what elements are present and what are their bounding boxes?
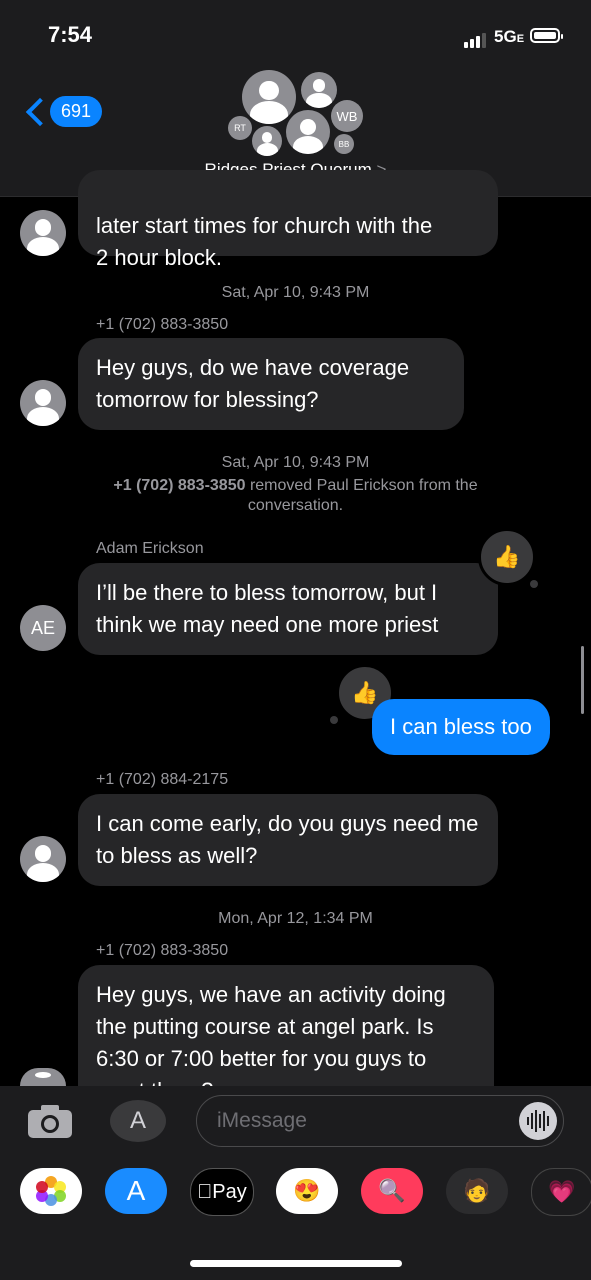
avatar: [20, 210, 66, 256]
avatar: WB: [331, 100, 363, 132]
thumbs-up-icon[interactable]: 👍: [478, 528, 536, 586]
audio-message-icon[interactable]: [519, 1102, 557, 1140]
message-bubble-sent[interactable]: I can bless too: [372, 699, 550, 755]
memoji-stickers-icon[interactable]: 😍: [276, 1168, 338, 1214]
app-store-icon[interactable]: A: [110, 1100, 166, 1142]
avatar: RT: [228, 116, 252, 140]
avatar: [20, 1068, 66, 1086]
system-notice: +1 (702) 883-3850 removed Paul Erickson …: [113, 477, 478, 514]
status-time: 7:54: [48, 22, 93, 47]
tapback-tail: [330, 716, 338, 724]
message-bubble[interactable]: Hey guys, we have an activity doing the …: [78, 965, 494, 1086]
compose-bar: A iMessage: [0, 1086, 591, 1156]
battery-icon: [530, 28, 563, 43]
message-bubble[interactable]: I’ll be there to bless tomorrow, but I t…: [78, 563, 498, 655]
timestamp: Sat, Apr 10, 9:43 PM: [221, 454, 370, 471]
image-search-icon[interactable]: 🔍: [361, 1168, 423, 1214]
photos-app-icon[interactable]: [20, 1168, 82, 1214]
timestamp: Mon, Apr 12, 1:34 PM: [218, 910, 373, 927]
avatar: [301, 72, 337, 108]
avatar: BB: [334, 134, 354, 154]
avatar: [20, 836, 66, 882]
tapback-tail: [530, 580, 538, 588]
home-indicator[interactable]: [190, 1260, 402, 1267]
avatar: [242, 70, 296, 124]
sender-name: +1 (702) 884-2175: [96, 771, 229, 788]
message-bubble[interactable]: I can come early, do you guys need me to…: [78, 794, 498, 886]
avatar: [286, 110, 330, 154]
unread-count-badge[interactable]: 691: [50, 96, 103, 127]
message-input[interactable]: iMessage: [196, 1095, 564, 1147]
timestamp: Sat, Apr 10, 9:43 PM: [221, 284, 370, 301]
sender-name: +1 (702) 883-3850: [96, 316, 229, 333]
sender-name: Adam Erickson: [96, 540, 204, 557]
message-bubble[interactable]: Hey guys, do we have coverage tomorrow f…: [78, 338, 464, 430]
signal-icon: [464, 30, 488, 48]
apple-pay-icon[interactable]: Pay: [190, 1168, 254, 1216]
sender-name: +1 (702) 883-3850: [96, 942, 229, 959]
app-store-icon[interactable]: A: [105, 1168, 167, 1214]
network-indicator: 5GE: [494, 27, 525, 46]
avatar: [252, 126, 282, 156]
avatar: AE: [20, 605, 66, 651]
camera-icon[interactable]: [26, 1104, 74, 1140]
conversation-header: 7:54 5GE 691 WB RT BB Ridges Priest Quor…: [0, 0, 591, 197]
memoji-icon[interactable]: 🧑: [446, 1168, 508, 1214]
avatar: [20, 380, 66, 426]
scrollbar[interactable]: [581, 646, 584, 714]
digital-touch-icon[interactable]: 💗: [531, 1168, 591, 1216]
message-bubble[interactable]: later start times for church with the 2 …: [78, 170, 498, 270]
status-bar: 7:54 5GE: [0, 0, 591, 70]
